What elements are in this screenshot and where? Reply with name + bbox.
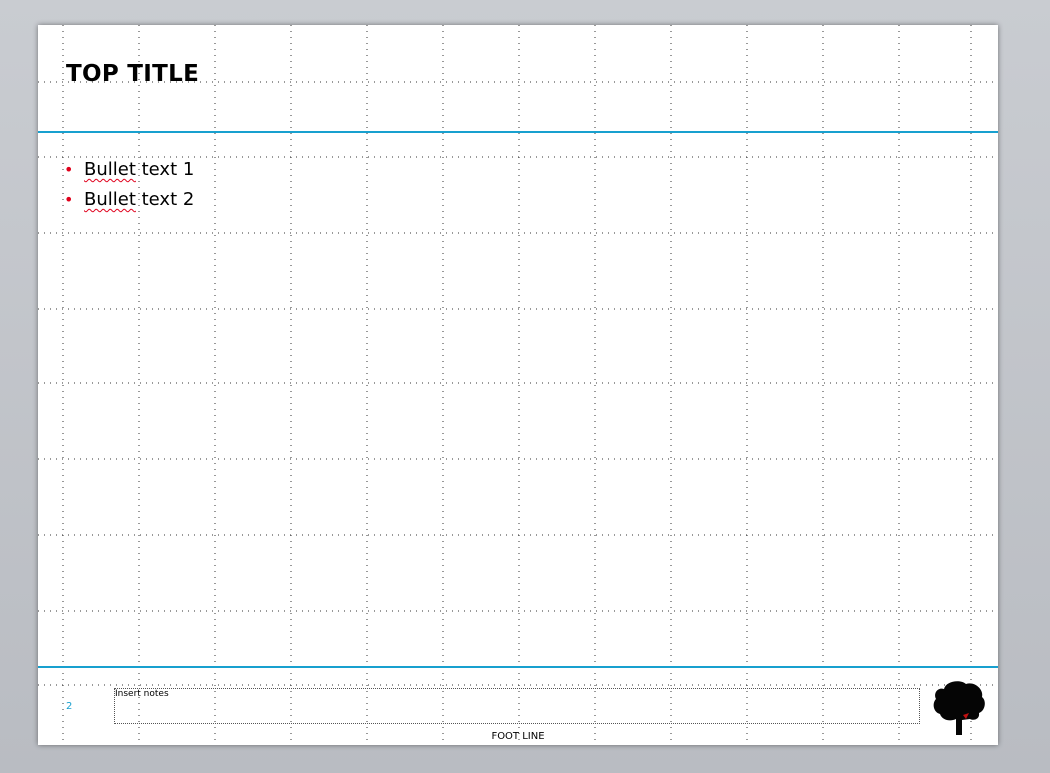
title-divider [38, 131, 998, 133]
bullet-item[interactable]: • Bullet text 2 [64, 188, 194, 218]
slide-title[interactable]: TOP TITLE [66, 61, 199, 87]
misspelled-word[interactable]: Bullet [84, 159, 136, 180]
guide-grid [38, 25, 998, 745]
bullet-list[interactable]: • Bullet text 1 • Bullet text 2 [64, 158, 194, 218]
footer-text[interactable]: FOOT LINE [38, 731, 998, 742]
slide-canvas[interactable]: TOP TITLE • Bullet text 1 • Bullet text 2 … [38, 25, 998, 745]
misspelled-word[interactable]: Bullet [84, 189, 136, 210]
bullet-text[interactable]: text 1 [136, 159, 195, 180]
footer-divider [38, 666, 998, 668]
notes-placeholder-text[interactable]: Insert notes [115, 689, 169, 699]
bullet-marker: • [64, 190, 74, 209]
bullet-text[interactable]: text 2 [136, 189, 195, 210]
page-number: 2 [66, 701, 73, 712]
bullet-marker: • [64, 160, 74, 179]
notes-placeholder-box[interactable]: Insert notes [114, 688, 920, 724]
bullet-item[interactable]: • Bullet text 1 [64, 158, 194, 188]
brand-logo-icon[interactable] [930, 679, 990, 745]
